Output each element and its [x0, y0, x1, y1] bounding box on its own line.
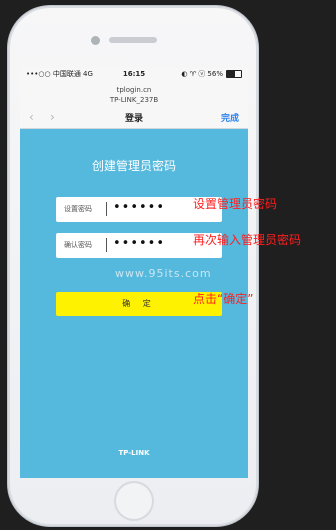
camera-icon — [91, 36, 100, 45]
battery-icon — [226, 70, 242, 78]
tp-link-logo: TP-LINK — [118, 449, 150, 457]
done-button[interactable]: 完成 — [221, 111, 239, 124]
home-button[interactable] — [114, 481, 154, 521]
status-right: ◐ ♈ ⓥ 56% — [181, 68, 242, 80]
main-title: 创建管理员密码 — [91, 159, 176, 173]
watermark: www.95its.com — [115, 267, 212, 280]
page-title: 登录 — [124, 114, 143, 124]
annotation-step3: 点击“确定” — [193, 292, 254, 306]
phone-shell: •••○○ 中国联通 4G 16:15 ◐ ♈ ⓥ 56% tplogin.cn… — [8, 6, 258, 526]
status-bar: •••○○ 中国联通 4G 16:15 ◐ ♈ ⓥ 56% — [20, 68, 248, 80]
confirm-password-label: 确认密码 — [64, 241, 92, 249]
battery-fill — [227, 71, 235, 77]
set-password-value[interactable]: •••••• — [113, 200, 165, 215]
device-name: TP-LINK_237B — [109, 96, 159, 104]
earpiece — [109, 37, 157, 43]
browser-domain: tplogin.cn — [116, 86, 152, 94]
confirm-password-value[interactable]: •••••• — [113, 236, 165, 251]
phone-screen: •••○○ 中国联通 4G 16:15 ◐ ♈ ⓥ 56% tplogin.cn… — [20, 68, 248, 478]
browser-header: tplogin.cn TP-LINK_237B ‹ › 登录 完成 — [20, 80, 248, 129]
annotation-step1: 设置管理员密码 — [193, 197, 278, 211]
set-password-label: 设置密码 — [64, 205, 92, 213]
annotation-step2: 再次输入管理员密码 — [193, 233, 302, 247]
status-right-text: ◐ ♈ ⓥ 56% — [181, 70, 223, 78]
field-separator — [106, 202, 107, 216]
field-separator — [106, 238, 107, 252]
